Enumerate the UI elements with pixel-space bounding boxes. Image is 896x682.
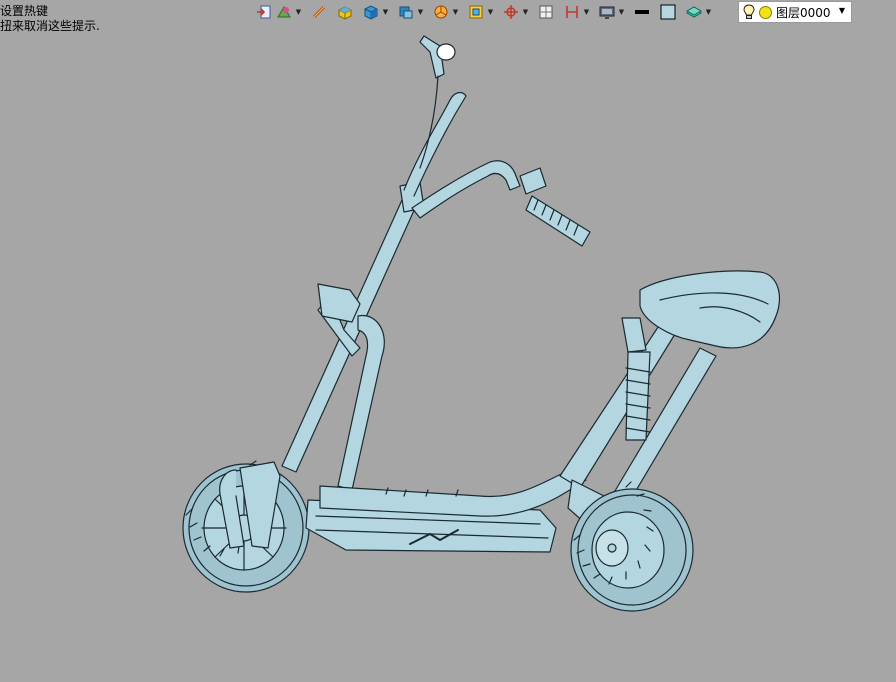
layer-stack-dropdown-icon[interactable]: ▼ bbox=[704, 2, 713, 22]
layer-select-value: 图层0000 bbox=[776, 5, 831, 20]
box-blue-icon[interactable] bbox=[361, 2, 381, 22]
shock-top bbox=[621, 317, 647, 353]
view-toolbar: ▼ ▼ ▼ ▼ ▼ ▼ ▼ ▼ ▼ bbox=[254, 2, 713, 22]
frame-dropdown-icon[interactable]: ▼ bbox=[486, 2, 495, 22]
layer-stack-icon[interactable] bbox=[684, 2, 704, 22]
handlebar-grip bbox=[525, 195, 591, 247]
line-color-icon[interactable] bbox=[632, 2, 652, 22]
headset-block bbox=[317, 283, 361, 323]
measure-icon[interactable] bbox=[309, 2, 329, 22]
frame-icon[interactable] bbox=[466, 2, 486, 22]
view-cube-dropdown-icon[interactable]: ▼ bbox=[416, 2, 425, 22]
model-viewport[interactable] bbox=[0, 24, 896, 682]
monitor-dropdown-icon[interactable]: ▼ bbox=[617, 2, 626, 22]
layer-select[interactable]: 图层0000 ▼ bbox=[738, 1, 852, 23]
pie-dropdown-icon[interactable]: ▼ bbox=[451, 2, 460, 22]
render-style-icon[interactable] bbox=[274, 2, 294, 22]
section-dropdown-icon[interactable]: ▼ bbox=[582, 2, 591, 22]
chevron-down-icon[interactable]: ▼ bbox=[839, 6, 845, 15]
grid-icon[interactable] bbox=[536, 2, 556, 22]
axis-dropdown-icon[interactable]: ▼ bbox=[521, 2, 530, 22]
view-cube-icon[interactable] bbox=[396, 2, 416, 22]
box-yellow-icon[interactable] bbox=[335, 2, 355, 22]
hint-line-1: 设置热键 bbox=[0, 4, 49, 18]
layer-color-sun-icon[interactable] bbox=[759, 5, 772, 19]
lightbulb-icon[interactable] bbox=[742, 4, 756, 20]
handlebar bbox=[411, 160, 521, 219]
deck-frame bbox=[319, 469, 587, 517]
rear-frame-tube bbox=[559, 317, 681, 489]
section-icon[interactable] bbox=[562, 2, 582, 22]
render-style-dropdown-icon[interactable]: ▼ bbox=[294, 2, 303, 22]
fill-color-icon[interactable] bbox=[658, 2, 678, 22]
pie-icon[interactable] bbox=[431, 2, 451, 22]
box-blue-dropdown-icon[interactable]: ▼ bbox=[381, 2, 390, 22]
axis-icon[interactable] bbox=[501, 2, 521, 22]
throttle-display bbox=[519, 167, 547, 195]
close-doc-icon[interactable] bbox=[254, 2, 274, 22]
monitor-icon[interactable] bbox=[597, 2, 617, 22]
